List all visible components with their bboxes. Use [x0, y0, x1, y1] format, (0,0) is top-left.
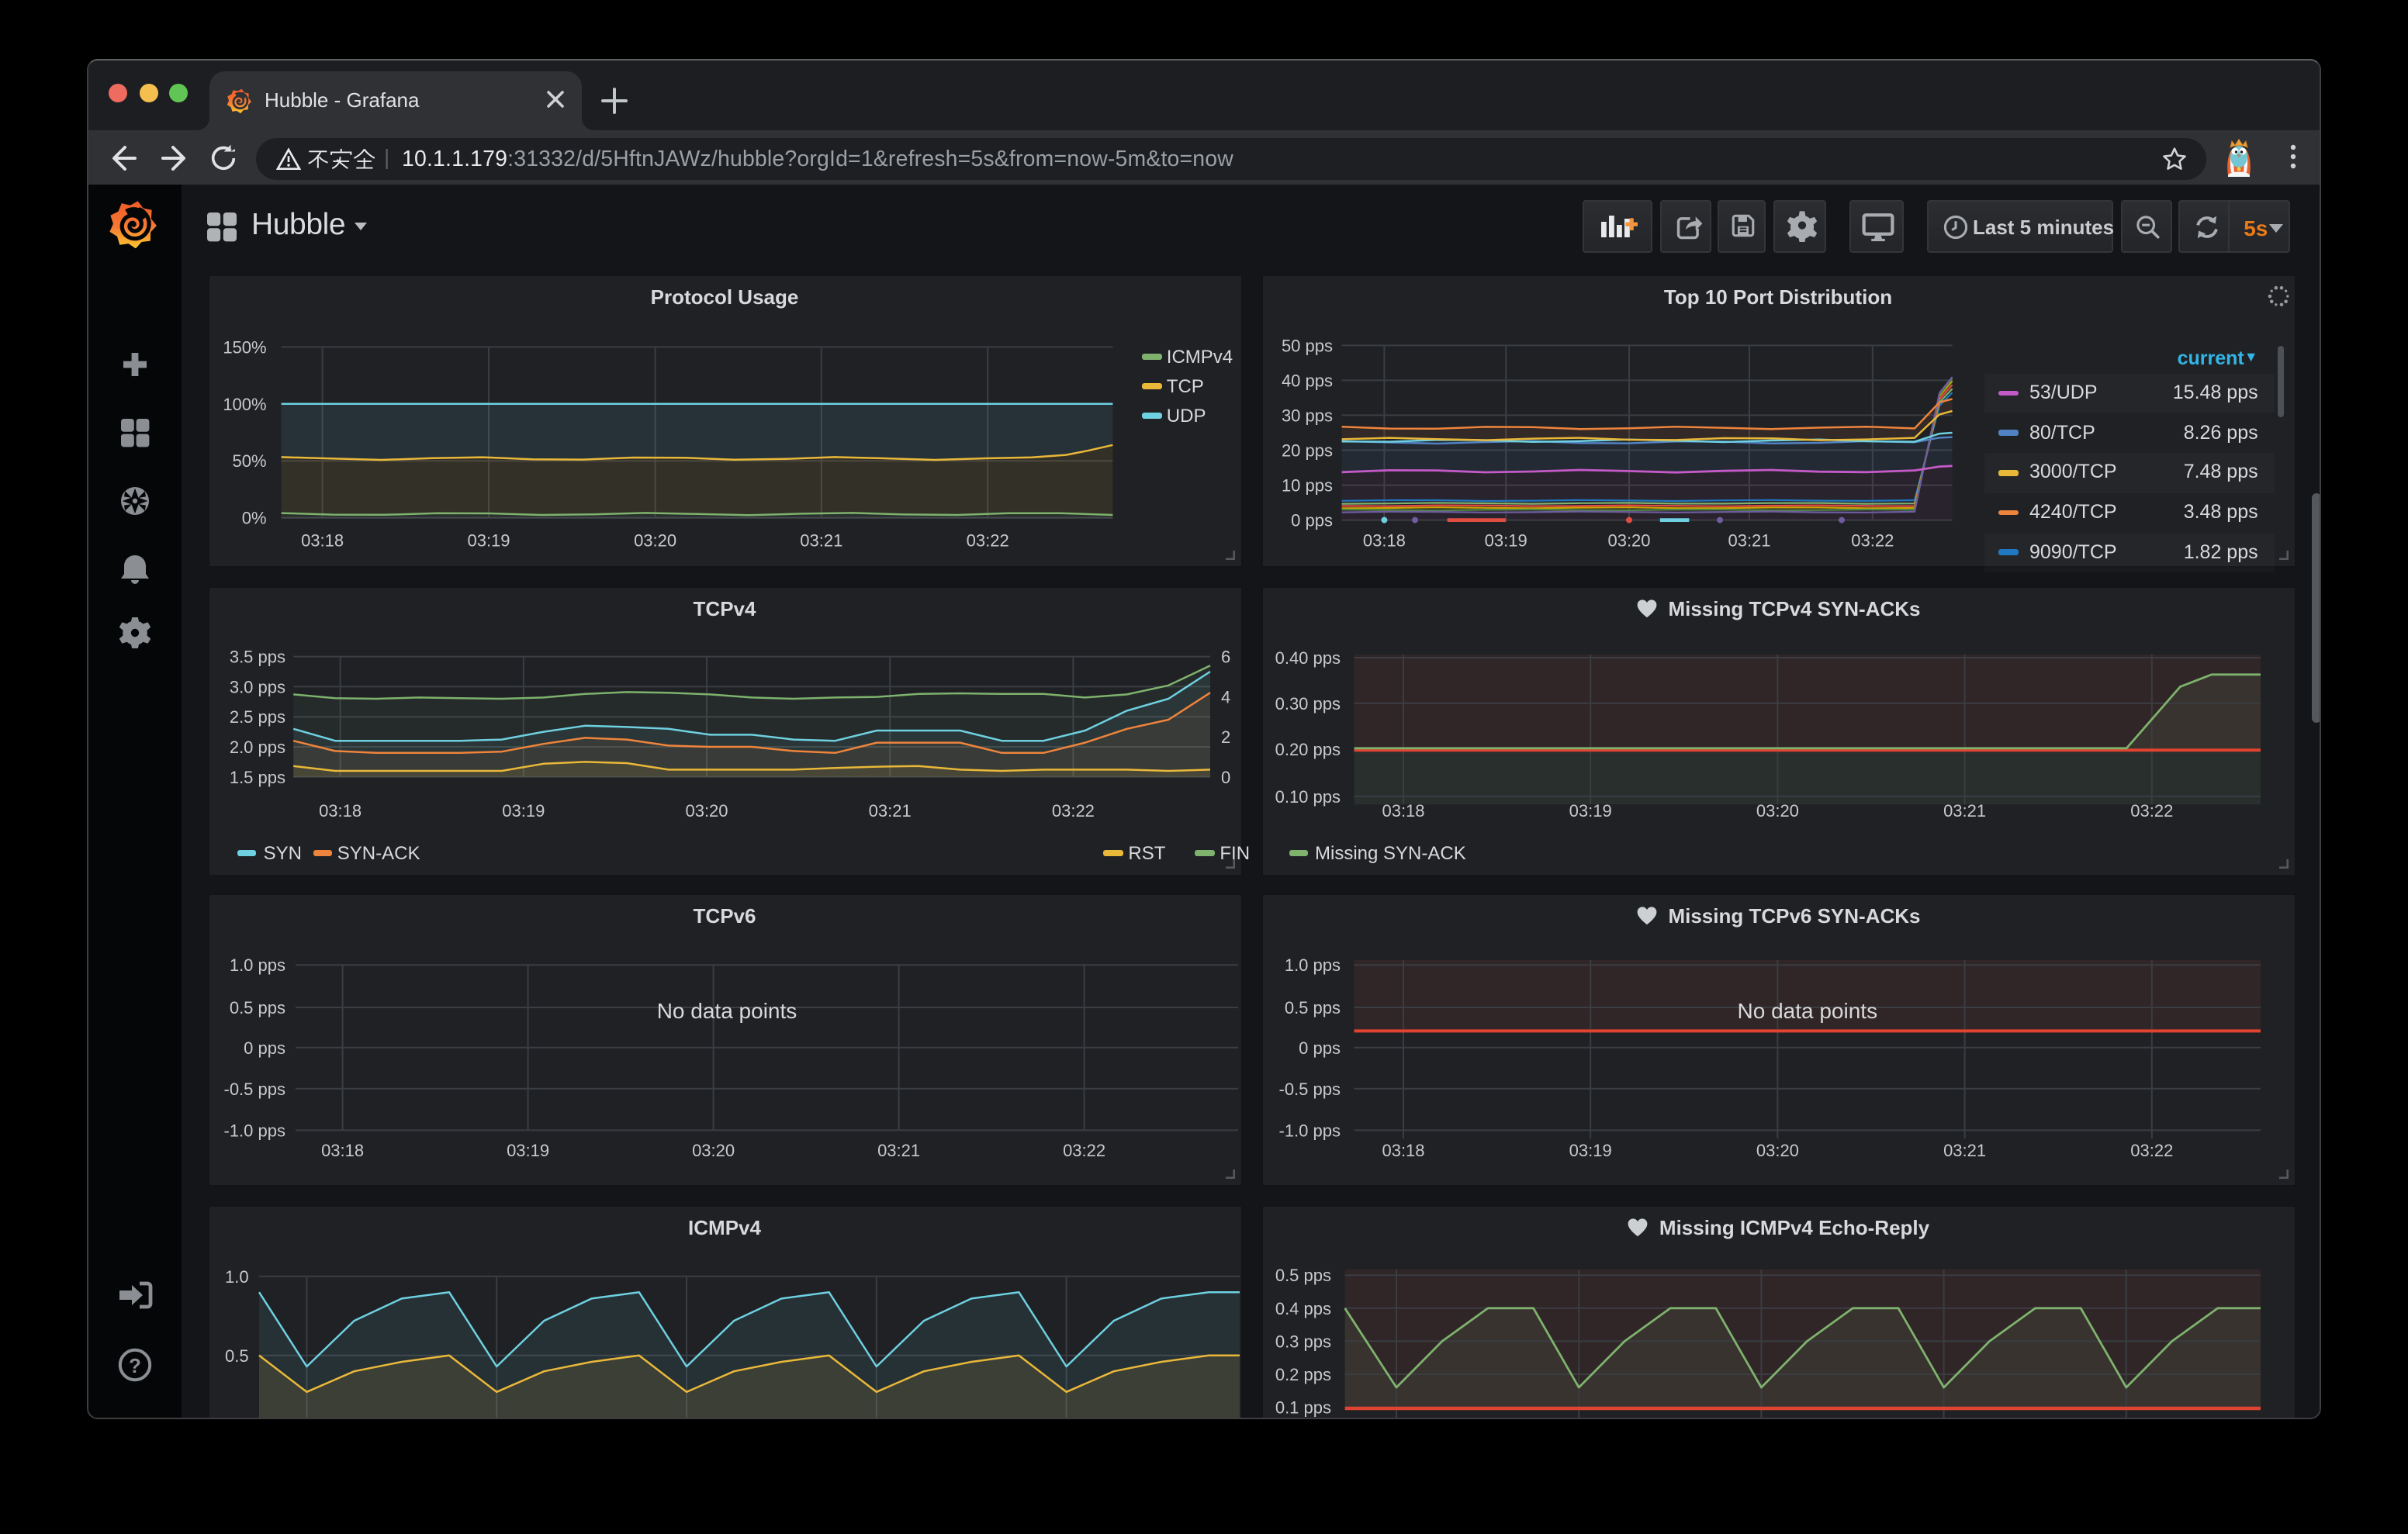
svg-text:6: 6 — [1220, 648, 1230, 667]
svg-text:1.0 pps: 1.0 pps — [1284, 956, 1340, 976]
svg-text:03:20: 03:20 — [684, 801, 727, 821]
svg-text:10 pps: 10 pps — [1281, 475, 1332, 495]
svg-text:03:22: 03:22 — [2129, 801, 2172, 821]
svg-text:0 pps: 0 pps — [1290, 510, 1332, 530]
svg-text:0.20 pps: 0.20 pps — [1275, 740, 1340, 759]
svg-text:2.5 pps: 2.5 pps — [229, 707, 285, 727]
svg-text:-0.5 pps: -0.5 pps — [1278, 1080, 1341, 1099]
svg-text:03:21: 03:21 — [1727, 530, 1770, 550]
svg-text:03:22: 03:22 — [1051, 801, 1094, 821]
svg-text:03:21: 03:21 — [1943, 1141, 1985, 1160]
svg-text:03:22: 03:22 — [2129, 1141, 2172, 1160]
svg-text:50 pps: 50 pps — [1281, 336, 1332, 355]
svg-text:03:18: 03:18 — [1381, 801, 1424, 821]
svg-text:1.0 pps: 1.0 pps — [229, 956, 285, 976]
svg-text:03:20: 03:20 — [1756, 1141, 1798, 1160]
svg-text:03:20: 03:20 — [1756, 801, 1798, 821]
svg-text:03:19: 03:19 — [506, 1141, 548, 1160]
svg-text:0 pps: 0 pps — [1298, 1038, 1340, 1058]
svg-text:0.30 pps: 0.30 pps — [1275, 694, 1340, 713]
svg-text:03:19: 03:19 — [466, 530, 509, 550]
svg-text:03:18: 03:18 — [300, 530, 343, 550]
svg-text:-0.5 pps: -0.5 pps — [223, 1080, 285, 1099]
svg-text:150%: 150% — [222, 337, 265, 357]
svg-text:0%: 0% — [241, 508, 266, 527]
svg-text:03:19: 03:19 — [1484, 530, 1527, 550]
svg-text:03:21: 03:21 — [868, 801, 911, 821]
svg-text:30 pps: 30 pps — [1281, 406, 1332, 425]
svg-text:1.5 pps: 1.5 pps — [229, 768, 285, 787]
svg-text:0.5 pps: 0.5 pps — [1284, 999, 1340, 1018]
svg-text:4: 4 — [1220, 687, 1230, 707]
svg-text:03:18: 03:18 — [318, 801, 361, 821]
svg-text:3.5 pps: 3.5 pps — [229, 648, 285, 667]
svg-text:03:18: 03:18 — [1381, 1141, 1424, 1160]
svg-text:0.40 pps: 0.40 pps — [1275, 648, 1340, 668]
svg-text:?: ? — [129, 1354, 141, 1377]
svg-text:0.1 pps: 0.1 pps — [1275, 1398, 1330, 1417]
svg-text:03:20: 03:20 — [1607, 530, 1649, 550]
svg-text:No data points: No data points — [656, 1000, 797, 1024]
svg-text:03:19: 03:19 — [501, 801, 544, 821]
svg-text:03:20: 03:20 — [633, 530, 676, 550]
svg-text:03:21: 03:21 — [799, 530, 842, 550]
svg-text:0.2 pps: 0.2 pps — [1275, 1364, 1330, 1384]
svg-text:0.10 pps: 0.10 pps — [1275, 787, 1340, 807]
svg-text:100%: 100% — [222, 394, 265, 413]
svg-text:-1.0 pps: -1.0 pps — [223, 1121, 285, 1141]
svg-text:-1.0 pps: -1.0 pps — [1278, 1121, 1341, 1141]
svg-text:50%: 50% — [232, 451, 266, 471]
svg-text:2: 2 — [1220, 727, 1230, 747]
svg-text:0.5 pps: 0.5 pps — [229, 999, 285, 1018]
svg-text:No data points: No data points — [1737, 1000, 1877, 1024]
svg-text:03:22: 03:22 — [966, 530, 1009, 550]
svg-text:03:21: 03:21 — [877, 1141, 919, 1160]
svg-text:03:20: 03:20 — [691, 1141, 734, 1160]
svg-text:0 pps: 0 pps — [243, 1038, 285, 1058]
svg-text:03:22: 03:22 — [1062, 1141, 1105, 1160]
svg-text:2.0 pps: 2.0 pps — [229, 738, 285, 757]
svg-text:03:21: 03:21 — [1943, 801, 1985, 821]
svg-text:03:18: 03:18 — [1362, 530, 1405, 550]
svg-text:03:19: 03:19 — [1569, 1141, 1611, 1160]
svg-text:0: 0 — [1220, 768, 1230, 787]
svg-text:1.0: 1.0 — [224, 1266, 248, 1286]
svg-text:0.5: 0.5 — [224, 1346, 248, 1365]
svg-text:0.5 pps: 0.5 pps — [1275, 1265, 1330, 1284]
svg-text:3.0 pps: 3.0 pps — [229, 677, 285, 696]
svg-text:0.3 pps: 0.3 pps — [1275, 1331, 1330, 1350]
svg-text:03:19: 03:19 — [1569, 801, 1611, 821]
svg-text:03:18: 03:18 — [320, 1141, 363, 1160]
svg-text:0.4 pps: 0.4 pps — [1275, 1298, 1330, 1318]
svg-text:03:22: 03:22 — [1850, 530, 1893, 550]
svg-text:20 pps: 20 pps — [1281, 441, 1332, 460]
svg-text:40 pps: 40 pps — [1281, 371, 1332, 390]
